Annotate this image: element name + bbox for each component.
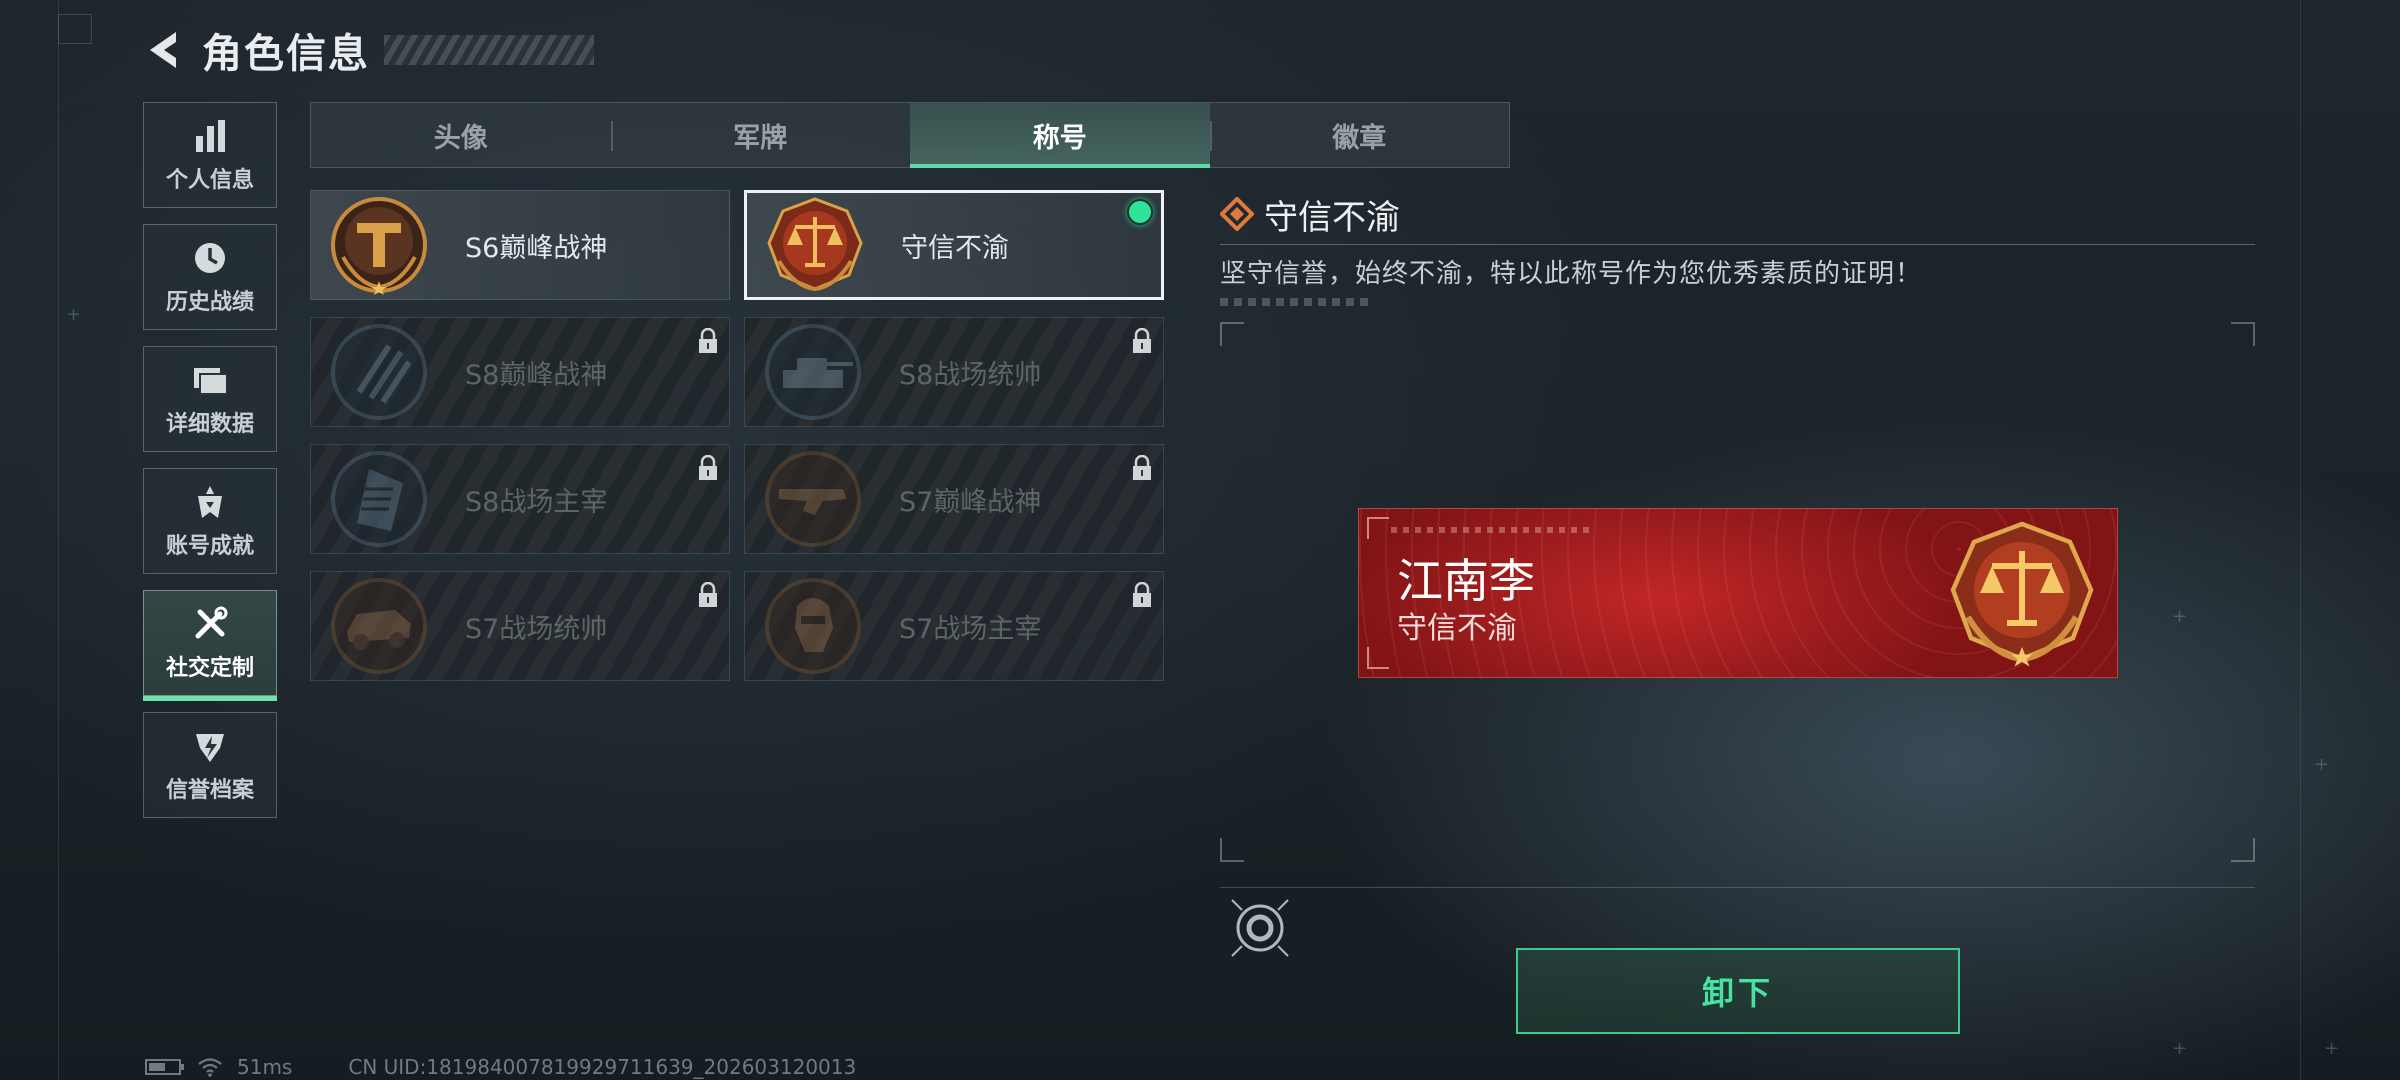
diamond-icon [1220, 197, 1254, 231]
bg-cross-mark: + [2172, 1038, 2188, 1059]
bg-cross-mark: + [2324, 1038, 2340, 1059]
status-bar: 51ms CN UID:181984007819929711639_202603… [145, 1055, 856, 1079]
title-detail-panel: 守信不渝 坚守信誉，始终不渝，特以此称号作为您优秀素质的证明！ [1220, 190, 2255, 306]
category-tabs: 头像 军牌 称号 徽章 [310, 102, 1510, 168]
title-name: S7战场统帅 [465, 613, 608, 645]
title-name: S8战场统帅 [899, 359, 1042, 391]
nav-item-detailed-data[interactable]: 详细数据 [143, 346, 277, 452]
lock-icon [699, 455, 717, 480]
title-card-locked[interactable]: S8战场主宰 [310, 444, 730, 554]
building-emblem-icon [331, 451, 427, 547]
title-list: S6巅峰战神 守信不渝 S8巅峰战神 S8战场统帅 S8战场主宰 S7巅峰战神 … [310, 190, 1165, 681]
preview-target-icon[interactable] [1228, 896, 1292, 960]
bg-cross-mark: + [2314, 754, 2330, 775]
achievement-badge-icon [198, 486, 222, 518]
title-card-selected[interactable]: 守信不渝 [744, 190, 1164, 300]
lock-icon [699, 328, 717, 353]
name-plate-preview: 江南李 守信不渝 [1358, 508, 2118, 678]
stripes-emblem-icon [331, 324, 427, 420]
nav-item-achievements[interactable]: 账号成就 [143, 468, 277, 574]
nav-item-label: 详细数据 [165, 412, 254, 437]
title-name: S7战场主宰 [899, 613, 1042, 645]
nav-item-credit-record[interactable]: 信誉档案 [143, 712, 277, 818]
nav-item-label: 信誉档案 [165, 778, 254, 803]
decorative-code [1391, 527, 1591, 533]
bg-cross-mark: + [66, 304, 82, 325]
title-name: 守信不渝 [901, 232, 1009, 264]
nav-item-label: 社交定制 [165, 656, 254, 681]
history-clock-icon [195, 243, 225, 273]
title-card-locked[interactable]: S7战场统帅 [310, 571, 730, 681]
title-card-locked[interactable]: S8巅峰战神 [310, 317, 730, 427]
plate-corner [1367, 647, 1389, 669]
bg-grid-line [2300, 0, 2301, 1080]
justice-scales-emblem-icon [767, 197, 863, 292]
nav-item-label: 历史战绩 [165, 290, 254, 315]
title-name: S8巅峰战神 [465, 359, 608, 391]
bg-corner-box [58, 14, 92, 44]
detail-header: 守信不渝 [1220, 190, 2255, 238]
back-arrow-icon[interactable] [140, 26, 188, 74]
detail-title: 守信不渝 [1264, 197, 1400, 238]
frame-corner [2231, 838, 2255, 862]
nav-item-history[interactable]: 历史战绩 [143, 224, 277, 330]
title-card-locked[interactable]: S7巅峰战神 [744, 444, 1164, 554]
folder-icon [194, 368, 228, 395]
title-card[interactable]: S6巅峰战神 [310, 190, 730, 300]
vehicle-emblem-icon [331, 578, 427, 674]
tab-badge[interactable]: 徽章 [1209, 103, 1510, 167]
ping-value: 51ms [237, 1055, 293, 1079]
frame-corner [2231, 322, 2255, 346]
wifi-icon [198, 1058, 222, 1077]
detail-description: 坚守信誉，始终不渝，特以此称号作为您优秀素质的证明！ [1220, 259, 1923, 289]
equipped-indicator [1127, 199, 1153, 225]
tab-dog-tag[interactable]: 军牌 [610, 103, 911, 167]
lock-icon [1133, 582, 1151, 607]
decorative-code [1220, 298, 1370, 306]
rifle-emblem-icon [765, 451, 861, 547]
page-header: 角色信息 [140, 22, 594, 78]
tab-avatar[interactable]: 头像 [311, 103, 611, 167]
plate-title: 守信不渝 [1397, 611, 1517, 646]
lock-icon [1133, 455, 1151, 480]
lock-icon [699, 582, 717, 607]
user-uid: CN UID:181984007819929711639_20260312001… [348, 1055, 857, 1079]
peak-war-god-emblem-icon [331, 197, 427, 295]
nav-item-personal-info[interactable]: 个人信息 [143, 102, 277, 208]
player-name: 江南李 [1397, 554, 1535, 608]
unequip-button[interactable]: 卸下 [1516, 948, 1960, 1034]
title-name: S8战场主宰 [465, 486, 608, 518]
shield-bolt-icon [196, 734, 224, 762]
frame-corner [1220, 838, 1244, 862]
page-title: 角色信息 [202, 31, 370, 77]
title-card-locked[interactable]: S7战场主宰 [744, 571, 1164, 681]
title-name: S7巅峰战神 [899, 486, 1042, 518]
side-nav: 个人信息 历史战绩 详细数据 账号成就 社交定制 信誉档案 [143, 102, 279, 834]
bg-grid-line [58, 0, 59, 1080]
tools-icon [195, 606, 228, 639]
unequip-label: 卸下 [1701, 974, 1774, 1012]
plate-corner [1367, 517, 1389, 539]
lock-icon [1133, 328, 1151, 353]
title-name: S6巅峰战神 [465, 232, 608, 264]
divider [1220, 244, 2255, 245]
nav-item-social-custom[interactable]: 社交定制 [143, 590, 277, 701]
title-decoration [384, 35, 594, 65]
soldier-emblem-icon [765, 578, 861, 674]
frame-corner [1220, 322, 1244, 346]
nav-item-label: 账号成就 [165, 534, 254, 559]
nav-item-label: 个人信息 [165, 168, 254, 193]
justice-scales-emblem-icon [1950, 521, 2094, 667]
battery-icon [145, 1059, 184, 1075]
tab-title[interactable]: 称号 [910, 103, 1210, 168]
title-card-locked[interactable]: S8战场统帅 [744, 317, 1164, 427]
divider [1220, 887, 2255, 888]
bar-chart-icon [196, 120, 225, 152]
tank-emblem-icon [765, 324, 861, 420]
